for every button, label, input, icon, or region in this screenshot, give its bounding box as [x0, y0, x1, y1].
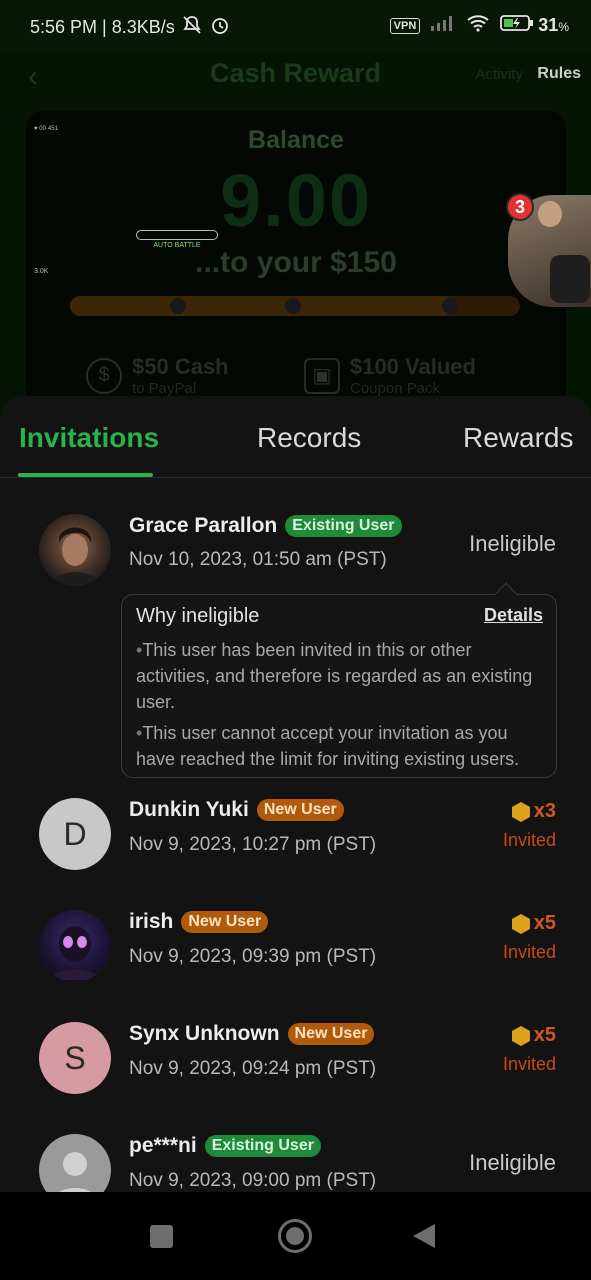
coin-hexagon-icon: [511, 913, 530, 934]
user-name: pe***ni: [129, 1134, 197, 1157]
user-name: Grace Parallon: [129, 514, 278, 537]
existing-user-badge: Existing User: [285, 515, 402, 537]
notifications-muted-icon: [181, 15, 203, 40]
wifi-icon: [466, 14, 490, 37]
balance-value: 9.00: [219, 159, 373, 242]
invited-status: Invited: [502, 942, 556, 962]
ticket-icon: ▣: [304, 357, 340, 394]
details-link[interactable]: Details: [484, 605, 543, 626]
invitation-row[interactable]: S Synx Unknown New User Nov 9, 2023, 09:…: [0, 1018, 591, 1118]
tooltip-reason: •This user cannot accept your invitation…: [136, 723, 520, 769]
progress-headline: ...to your $150: [195, 246, 397, 279]
rules-link[interactable]: Rules: [537, 65, 581, 83]
status-bar: 5:56 PM | 8.3KB/s VPN 31%: [0, 0, 591, 52]
invite-date: Nov 9, 2023, 09:24 pm (PST): [129, 1058, 377, 1079]
invite-date: Nov 9, 2023, 09:39 pm (PST): [129, 946, 377, 967]
activity-link[interactable]: Activity: [475, 66, 523, 83]
coin-hexagon-icon: [511, 801, 530, 822]
default-avatar-icon: [39, 1134, 111, 1192]
active-tab-indicator: [18, 473, 153, 477]
ineligible-status[interactable]: Ineligible: [469, 531, 556, 557]
user-name: irish: [129, 910, 174, 933]
user-avatar: [39, 910, 111, 982]
invitation-row[interactable]: D Dunkin Yuki New User Nov 9, 2023, 10:2…: [0, 794, 591, 894]
new-user-badge: New User: [287, 1023, 375, 1045]
battery-percent: 31%: [538, 15, 569, 35]
reward-coupon: ▣ $100 Valued Coupon Pack: [304, 354, 476, 397]
ineligible-status[interactable]: Ineligible: [469, 1150, 556, 1176]
alarm-icon: [209, 14, 231, 41]
coin-hexagon-icon: [511, 1025, 530, 1046]
invitation-row[interactable]: pe***ni Existing User Nov 9, 2023, 09:00…: [0, 1130, 591, 1192]
user-name: Synx Unknown: [129, 1022, 280, 1045]
tooltip-title: Why ineligible: [136, 605, 260, 627]
reward-count: x3: [511, 800, 556, 823]
invite-date: Nov 9, 2023, 10:27 pm (PST): [129, 834, 377, 855]
page-header: ‹ Cash Reward Activity Rules: [0, 52, 591, 98]
balance-card: ♥ 00·451 AUTO BATTLE 3.0K Balance 9.00 .…: [26, 110, 566, 410]
battery-charging-icon: [500, 14, 534, 37]
tab-invitations[interactable]: Invitations: [19, 422, 159, 454]
new-user-badge: New User: [181, 911, 269, 933]
progress-bar: [70, 296, 520, 316]
vpn-indicator: VPN: [389, 17, 421, 34]
signal-icon: [430, 14, 456, 37]
reward-cash: $ $50 Cash to PayPal: [86, 354, 229, 397]
invited-status: Invited: [502, 830, 556, 850]
user-avatar: [39, 514, 111, 586]
tab-rewards[interactable]: Rewards: [463, 422, 573, 454]
tooltip-reason: •This user has been invited in this or o…: [136, 640, 533, 712]
recents-square-icon[interactable]: [150, 1225, 173, 1248]
dollar-icon: $: [86, 357, 122, 394]
invited-status: Invited: [502, 1054, 556, 1074]
new-user-badge: New User: [256, 799, 344, 821]
reward-count: x5: [511, 1024, 556, 1047]
tab-bar: Invitations Records Rewards: [0, 396, 591, 478]
system-nav-bar: [0, 1192, 591, 1280]
ineligible-tooltip: Why ineligible Details •This user has be…: [121, 582, 557, 778]
invitations-sheet: Invitations Records Rewards Grace Parall…: [0, 396, 591, 1192]
back-triangle-icon[interactable]: [413, 1224, 435, 1248]
balance-label: Balance: [248, 126, 344, 154]
invitation-row[interactable]: irish New User Nov 9, 2023, 09:39 pm (PS…: [0, 906, 591, 1006]
home-circle-icon[interactable]: [278, 1219, 312, 1253]
existing-user-badge: Existing User: [204, 1135, 321, 1157]
reward-count: x5: [511, 912, 556, 935]
user-name: Dunkin Yuki: [129, 798, 249, 821]
user-avatar: D: [39, 798, 111, 870]
invite-date: Nov 10, 2023, 01:50 am (PST): [129, 549, 387, 570]
status-time-speed: 5:56 PM | 8.3KB/s: [30, 17, 175, 37]
cash-reward-page-dimmed: ‹ Cash Reward Activity Rules ♥ 00·451 AU…: [0, 52, 591, 412]
tab-records[interactable]: Records: [257, 422, 361, 454]
user-avatar: S: [39, 1022, 111, 1094]
notification-count-badge: 3: [506, 193, 534, 221]
invite-date: Nov 9, 2023, 09:00 pm (PST): [129, 1170, 377, 1191]
